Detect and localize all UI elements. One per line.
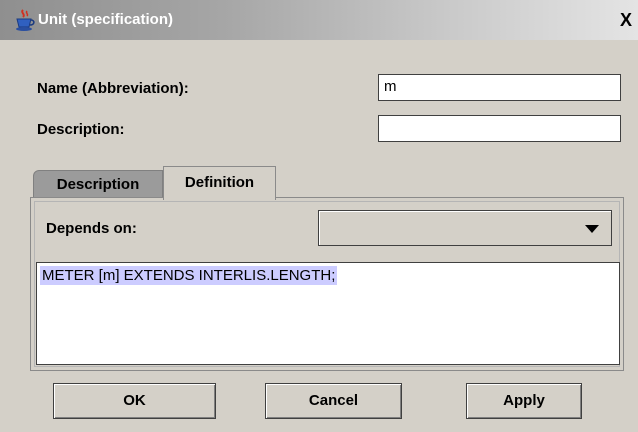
close-button[interactable]: X — [618, 11, 634, 29]
apply-button[interactable]: Apply — [466, 383, 582, 419]
dialog-window: Unit (specification) X Name (Abbreviatio… — [0, 0, 638, 432]
ok-button[interactable]: OK — [53, 383, 216, 419]
name-label: Name (Abbreviation): — [37, 80, 189, 97]
window-title: Unit (specification) — [38, 11, 174, 28]
depends-on-dropdown[interactable] — [318, 210, 612, 246]
depends-on-label: Depends on: — [46, 220, 137, 237]
tab-definition[interactable]: Definition — [163, 166, 276, 200]
description-label: Description: — [37, 121, 125, 138]
definition-textarea[interactable]: METER [m] EXTENDS INTERLIS.LENGTH; — [36, 262, 620, 365]
chevron-down-icon[interactable] — [585, 225, 599, 233]
definition-text: METER [m] EXTENDS INTERLIS.LENGTH; — [40, 266, 338, 285]
description-input[interactable] — [378, 115, 621, 142]
tab-description[interactable]: Description — [33, 170, 163, 198]
title-bar[interactable]: Unit (specification) X — [0, 0, 638, 40]
cancel-button[interactable]: Cancel — [265, 383, 402, 419]
java-cup-icon — [16, 9, 35, 31]
name-input[interactable]: m — [378, 74, 621, 101]
